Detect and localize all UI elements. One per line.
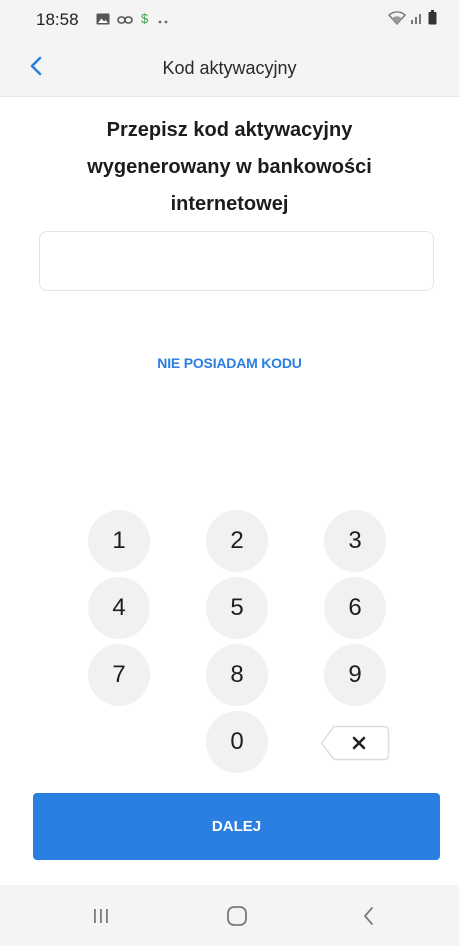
status-time: 18:58 [36,10,79,29]
signal-icon [410,11,424,30]
backspace-button[interactable] [320,725,390,761]
status-bar: 18:58 $ [0,0,459,38]
wifi-icon [388,11,406,30]
home-icon [227,906,247,926]
app-header: Kod aktywacyjny [0,38,459,97]
activation-code-input[interactable] [39,231,434,291]
more-dots-icon [157,12,169,30]
system-back-button[interactable] [349,901,389,931]
page-title: Kod aktywacyjny [162,58,297,78]
key-6[interactable]: 6 [324,577,386,639]
key-7[interactable]: 7 [88,644,150,706]
battery-icon [428,10,437,30]
dollar-icon: $ [140,11,150,30]
key-8[interactable]: 8 [206,644,268,706]
key-4[interactable]: 4 [88,577,150,639]
key-1[interactable]: 1 [88,510,150,572]
key-5[interactable]: 5 [206,577,268,639]
no-code-link[interactable]: NIE POSIADAM KODU [0,355,459,371]
recent-apps-icon [94,909,108,923]
key-3[interactable]: 3 [324,510,386,572]
home-button[interactable] [217,901,257,931]
status-notification-icons: $ [96,11,169,30]
next-button[interactable]: DALEJ [33,793,440,860]
svg-text:$: $ [141,11,149,25]
recent-apps-button[interactable] [81,901,121,931]
backspace-icon [320,725,390,761]
system-nav-bar [0,885,459,946]
key-9[interactable]: 9 [324,644,386,706]
back-icon [364,907,373,925]
key-2[interactable]: 2 [206,510,268,572]
key-0[interactable]: 0 [206,711,268,773]
link-icon [117,12,133,30]
gallery-icon [96,12,110,30]
status-system-icons [388,10,437,30]
instruction-text: Przepisz kod aktywacyjny wygenerowany w … [87,119,372,215]
